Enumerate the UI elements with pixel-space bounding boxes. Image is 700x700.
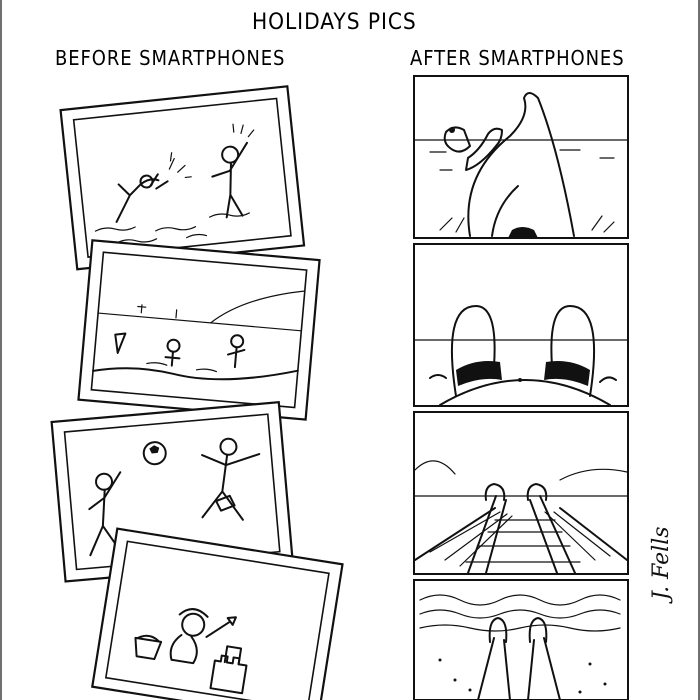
left-photo-4 bbox=[91, 527, 344, 700]
comic-artwork: J. Fells bbox=[0, 0, 700, 700]
svg-text:J. Fells: J. Fells bbox=[649, 526, 674, 604]
right-panel-1 bbox=[413, 75, 629, 239]
artist-signature: J. Fells bbox=[649, 526, 674, 604]
right-panel-4 bbox=[413, 579, 629, 700]
comic-strip: HOLIDAYS PICS BEFORE SMARTPHONES AFTER S… bbox=[0, 0, 700, 700]
left-photo-2 bbox=[77, 239, 321, 421]
right-panel-3 bbox=[413, 411, 629, 575]
right-panel-2 bbox=[413, 243, 629, 407]
